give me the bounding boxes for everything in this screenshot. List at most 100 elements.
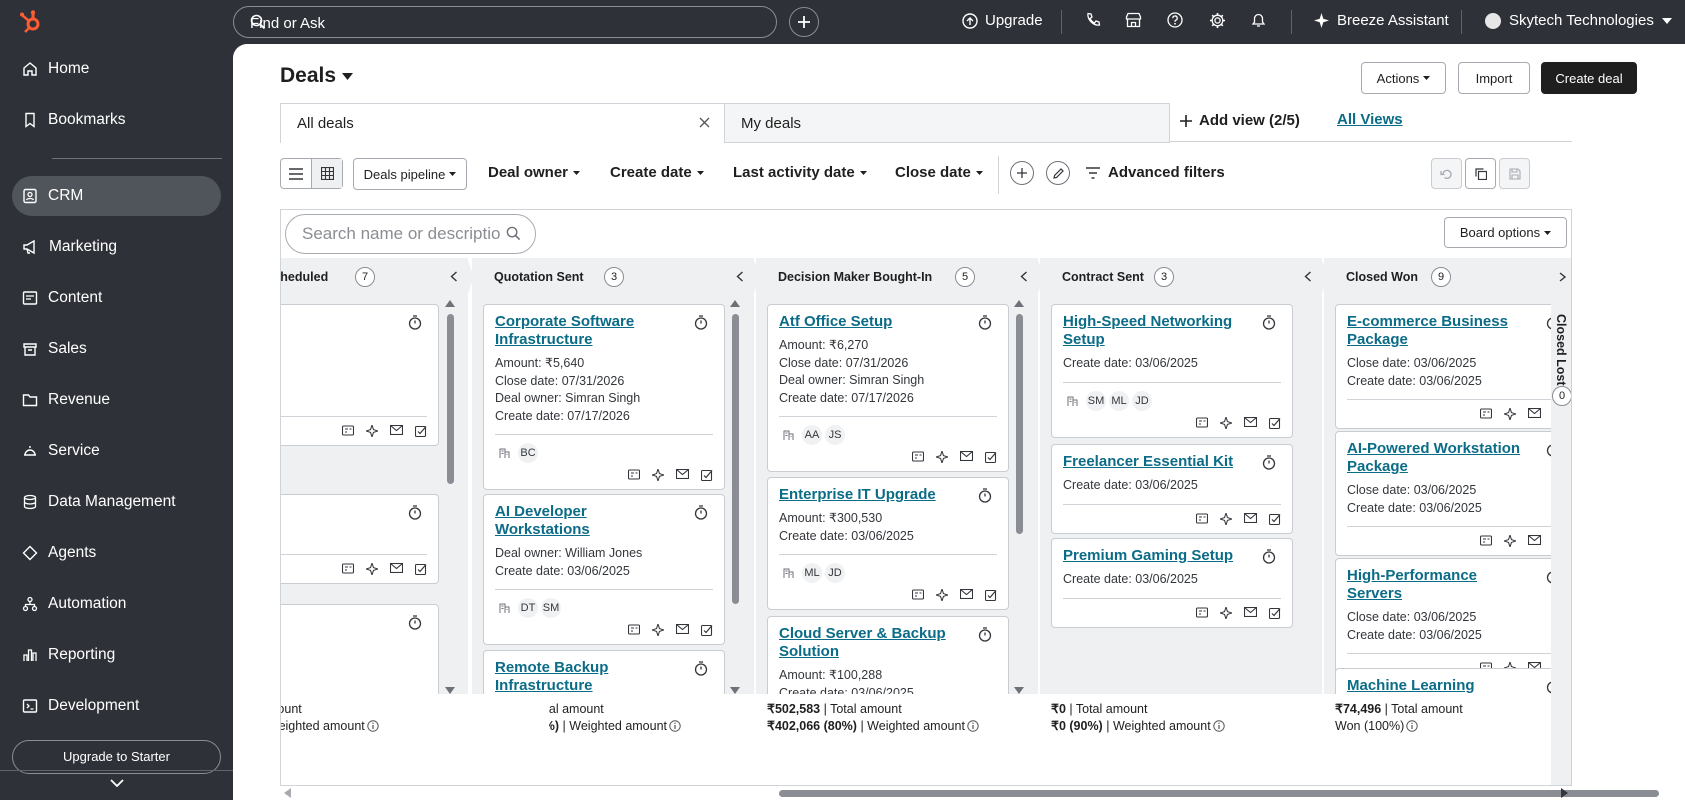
sidebar-item-home[interactable]: Home: [12, 49, 221, 89]
ai-sparkle-icon[interactable]: [366, 425, 378, 437]
scrollbar-thumb[interactable]: [1016, 314, 1023, 534]
deal-card[interactable]: o Design 031/2026mran Singh7/17/2026: [281, 304, 439, 446]
deal-name-link[interactable]: High-Performance Servers: [1347, 567, 1527, 603]
create-task-icon[interactable]: [415, 563, 427, 575]
preview-card-icon[interactable]: [628, 469, 640, 481]
deal-card[interactable]: Atf Office Setup Amount: ₹6,270 Close date…: [767, 304, 1009, 472]
deal-card[interactable]: Freelancer Essential Kit Create date: 03/…: [1051, 444, 1293, 534]
sidebar-item-data-management[interactable]: Data Management: [12, 482, 221, 522]
advanced-filters-button[interactable]: Advanced filters: [1086, 164, 1225, 181]
preview-card-icon[interactable]: [628, 624, 640, 636]
close-date-filter[interactable]: Close date: [895, 164, 983, 181]
sidebar-item-development[interactable]: Development: [12, 686, 221, 726]
deal-owner-filter[interactable]: Deal owner: [488, 164, 581, 181]
ai-sparkle-icon[interactable]: [936, 589, 948, 601]
deal-name-link[interactable]: Enterprise IT Upgrade: [779, 486, 959, 504]
pipeline-select[interactable]: Deals pipeline: [353, 158, 467, 190]
ai-sparkle-icon[interactable]: [936, 451, 948, 463]
scroll-down-icon[interactable]: [445, 687, 455, 694]
deal-card[interactable]: E-commerce Business Package Close date: 0…: [1335, 304, 1571, 429]
email-icon[interactable]: [1244, 512, 1257, 525]
collapse-column-chevron-left-icon[interactable]: [450, 271, 458, 282]
ai-sparkle-icon[interactable]: [1504, 535, 1516, 547]
sidebar-item-reporting[interactable]: Reporting: [12, 635, 221, 675]
sidebar-item-crm[interactable]: CRM: [12, 176, 221, 216]
closed-lost-column-collapsed[interactable]: Closed Lost 0: [1551, 258, 1571, 785]
deal-name-link[interactable]: E-commerce Business Package: [1347, 313, 1527, 349]
ai-sparkle-icon[interactable]: [1220, 512, 1232, 525]
create-task-icon[interactable]: [701, 624, 713, 636]
tab-all-deals[interactable]: All deals: [280, 103, 725, 143]
clone-view-button[interactable]: [1465, 158, 1496, 189]
phone-icon[interactable]: [1085, 12, 1101, 28]
help-icon[interactable]: [1167, 12, 1183, 28]
create-task-icon[interactable]: [1269, 607, 1281, 619]
scrollbar-thumb[interactable]: [732, 314, 739, 604]
save-view-button[interactable]: [1499, 158, 1530, 189]
upgrade-to-starter-button[interactable]: Upgrade to Starter: [12, 740, 221, 774]
create-deal-button[interactable]: Create deal: [1541, 62, 1637, 94]
preview-card-icon[interactable]: [1480, 408, 1492, 420]
marketplace-icon[interactable]: [1125, 12, 1142, 28]
ai-sparkle-icon[interactable]: [1220, 416, 1232, 429]
reset-view-button[interactable]: [1431, 158, 1462, 189]
actions-button[interactable]: Actions: [1361, 62, 1446, 94]
scrollbar-thumb[interactable]: [447, 314, 454, 484]
breeze-assistant-button[interactable]: Breeze Assistant: [1314, 12, 1449, 29]
scroll-left-icon[interactable]: [284, 788, 292, 798]
info-icon[interactable]: [365, 719, 379, 733]
deal-card[interactable]: Enterprise IT Upgrade Amount: ₹300,530 Cre…: [767, 477, 1009, 610]
board-horizontal-scrollbar[interactable]: [280, 786, 1659, 800]
deal-name-link[interactable]: Corporate Software Infrastructure: [495, 313, 675, 349]
preview-card-icon[interactable]: [1196, 512, 1208, 525]
import-button[interactable]: Import: [1458, 62, 1530, 94]
deal-card[interactable]: High-Speed Networking Setup Create date: …: [1051, 304, 1293, 438]
email-icon[interactable]: [1244, 416, 1257, 429]
edit-filters-button[interactable]: [1046, 161, 1070, 185]
preview-card-icon[interactable]: [912, 451, 924, 463]
last-activity-date-filter[interactable]: Last activity date: [733, 164, 867, 181]
add-filter-button[interactable]: [1010, 161, 1034, 185]
deal-name-link[interactable]: AI Developer Workstations: [495, 503, 675, 539]
deal-name-link[interactable]: r re: [281, 503, 389, 521]
deal-name-link[interactable]: Premium Gaming Setup: [1063, 547, 1243, 565]
account-menu[interactable]: Skytech Technologies: [1485, 12, 1672, 29]
preview-card-icon[interactable]: [1480, 535, 1492, 547]
board-options-button[interactable]: Board options: [1444, 217, 1567, 248]
column-scrollbar[interactable]: [443, 300, 457, 694]
global-search-input[interactable]: Find or Ask: [233, 6, 777, 38]
scroll-up-icon[interactable]: [730, 300, 740, 307]
deal-name-link[interactable]: Remote Backup Infrastructure: [495, 659, 675, 695]
deal-name-link[interactable]: Freelancer Essential Kit: [1063, 453, 1243, 471]
email-icon[interactable]: [1244, 606, 1257, 619]
upgrade-button[interactable]: Upgrade: [962, 12, 1043, 29]
deal-name-link[interactable]: t Setup: [281, 613, 389, 631]
sidebar-item-revenue[interactable]: Revenue: [12, 380, 221, 420]
collapse-column-chevron-left-icon[interactable]: [1020, 271, 1028, 282]
create-task-icon[interactable]: [415, 425, 427, 437]
scrollbar-thumb[interactable]: [779, 790, 1659, 797]
email-icon[interactable]: [1528, 535, 1541, 547]
create-task-icon[interactable]: [985, 451, 997, 463]
page-title[interactable]: Deals: [280, 64, 354, 88]
ai-sparkle-icon[interactable]: [1220, 606, 1232, 619]
create-date-filter[interactable]: Create date: [610, 164, 704, 181]
list-view-button[interactable]: [281, 159, 311, 188]
email-icon[interactable]: [1528, 408, 1541, 420]
sidebar-item-marketing[interactable]: Marketing: [12, 227, 221, 267]
deal-name-link[interactable]: Atf Office Setup: [779, 313, 959, 331]
deal-card[interactable]: Corporate Software Infrastructure Amount:…: [483, 304, 725, 490]
create-task-icon[interactable]: [1269, 417, 1281, 429]
preview-card-icon[interactable]: [912, 589, 924, 601]
deal-card[interactable]: Premium Gaming Setup Create date: 03/06/2…: [1051, 538, 1293, 628]
quick-create-button[interactable]: [789, 7, 819, 37]
sidebar-collapse-toggle[interactable]: [0, 770, 233, 800]
deal-card[interactable]: High-Performance Servers Close date: 03/0…: [1335, 558, 1571, 683]
deal-card[interactable]: AI-Powered Workstation Package Close date…: [1335, 431, 1571, 556]
preview-card-icon[interactable]: [1196, 416, 1208, 429]
email-icon[interactable]: [676, 469, 689, 481]
deal-card[interactable]: AI Developer Workstations Deal owner: Wil…: [483, 494, 725, 645]
deal-card[interactable]: r re 3/06/2025: [281, 494, 439, 584]
sidebar-item-agents[interactable]: Agents: [12, 533, 221, 573]
scroll-up-icon[interactable]: [1014, 300, 1024, 307]
